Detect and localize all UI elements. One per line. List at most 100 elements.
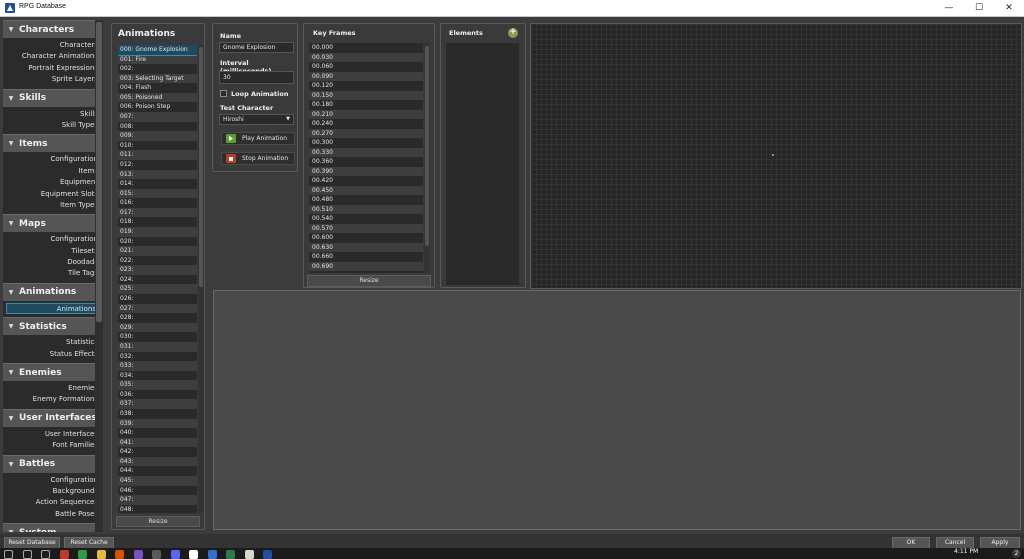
key-frames-scrollbar-thumb[interactable] [425,46,429,246]
key-frame-item[interactable]: 00.090 [309,71,423,81]
sidebar-item-user-interfaces[interactable]: User Interfaces [3,429,102,440]
app-icon[interactable] [207,550,217,559]
animation-list-item[interactable]: 019: [118,226,197,237]
animation-list-item[interactable]: 017: [118,207,197,218]
key-frame-item[interactable]: 00.600 [309,233,423,243]
animation-list-item[interactable]: 041: [118,437,197,448]
animation-list-item[interactable]: 046: [118,486,197,496]
animation-list-item[interactable]: 027: [118,303,197,314]
sidebar-section-items[interactable]: ▼ Items [3,134,102,153]
maximize-button[interactable]: ☐ [964,0,994,16]
animation-list-item[interactable]: 025: [118,284,197,295]
test-character-select[interactable]: Hiroshi ▼ [219,114,294,125]
sidebar-section-skills[interactable]: ▼ Skills [3,88,102,107]
animation-list-item[interactable]: 038: [118,409,197,419]
animations-list-scrollbar-thumb[interactable] [199,47,203,287]
animation-list-item[interactable]: 009: [118,131,197,141]
sidebar-item-items[interactable]: Items [3,166,102,177]
sidebar-item-doodads[interactable]: Doodads [3,257,102,268]
collapse-triangle-icon[interactable]: ▼ [3,415,19,422]
animation-list-item[interactable]: 030: [118,332,197,342]
steam-icon[interactable] [226,550,235,559]
sidebar-section-enemies[interactable]: ▼ Enemies [3,363,102,382]
animation-list-item[interactable]: 000: Gnome Explosion [118,45,197,56]
sidebar-section-system[interactable]: ▼System [3,523,102,532]
animation-list-item[interactable]: 012: [118,160,197,170]
sidebar-item-item-types[interactable]: Item Types [3,200,102,211]
key-frame-item[interactable]: 00.690 [309,261,423,271]
animation-list-item[interactable]: 004: Flash [118,83,197,93]
animation-list-item[interactable]: 018: [118,217,197,227]
animation-list-item[interactable]: 021: [118,246,197,256]
sidebar-item-character-animations[interactable]: Character Animations [3,51,102,62]
key-frame-item[interactable]: 00.330 [309,147,423,157]
key-frame-item[interactable]: 00.060 [309,62,423,72]
animation-list-item[interactable]: 047: [118,495,197,505]
sidebar-item-configuration[interactable]: Configuration [3,154,102,165]
collapse-triangle-icon[interactable]: ▼ [3,289,19,296]
animation-list-item[interactable]: 029: [118,322,197,333]
app-icon[interactable] [152,550,161,559]
search-icon[interactable] [22,550,32,559]
key-frame-item[interactable]: 00.510 [309,204,423,214]
animation-list-item[interactable]: 040: [118,428,197,438]
animation-list-item[interactable]: 035: [118,380,197,390]
key-frame-item[interactable]: 00.480 [309,195,423,205]
collapse-triangle-icon[interactable]: ▼ [3,220,19,227]
animation-list-item[interactable]: 011: [118,150,197,160]
sidebar-item-sprite-layers[interactable]: Sprite Layers [3,74,102,85]
sidebar-item-action-sequences[interactable]: Action Sequences [3,497,102,508]
key-frame-item[interactable]: 00.240 [309,119,423,129]
key-frame-item[interactable]: 00.150 [309,90,423,100]
animation-list-item[interactable]: 013: [118,169,197,180]
sidebar-item-configuration[interactable]: Configuration [3,234,102,245]
notepad-icon[interactable] [244,550,254,559]
animation-list-item[interactable]: 015: [118,188,197,199]
discord-icon[interactable] [170,550,180,559]
sidebar-scrollbar-thumb[interactable] [96,22,102,322]
taskbar-clock[interactable]: 4:11 PM [954,548,978,555]
animation-list-item[interactable]: 006: Poison Step [118,102,197,112]
animation-list-item[interactable]: 031: [118,341,197,352]
animation-list-item[interactable]: 044: [118,466,197,476]
minimize-button[interactable]: — [934,0,964,16]
animation-list-item[interactable]: 026: [118,294,197,304]
github-icon[interactable] [189,550,198,559]
close-button[interactable]: ✕ [994,0,1024,16]
add-element-icon[interactable]: + [508,28,518,38]
task-view-icon[interactable] [41,550,50,559]
animation-list-item[interactable]: 023: [118,265,197,275]
file-explorer-icon[interactable] [96,550,106,559]
animation-list-item[interactable]: 043: [118,456,197,467]
animation-list-item[interactable]: 034: [118,371,197,381]
sidebar-item-enemy-formations[interactable]: Enemy Formations [3,394,102,405]
animation-list-item[interactable]: 032: [118,352,197,362]
sidebar-item-font-families[interactable]: Font Families [3,440,102,451]
animation-list-item[interactable]: 003: Selecting Target [118,73,197,84]
sidebar-section-user-interfaces[interactable]: ▼ User Interfaces [3,408,102,427]
animation-list-item[interactable]: 024: [118,275,197,285]
elements-list[interactable] [446,43,519,285]
animation-list-item[interactable]: 005: Poisoned [118,92,197,103]
media-player-icon[interactable] [115,550,124,559]
animation-list-item[interactable]: 037: [118,399,197,409]
sidebar-item-configuration[interactable]: Configuration [3,475,102,486]
name-input[interactable]: Gnome Explosion [219,42,294,53]
animation-list-item[interactable]: 045: [118,476,197,486]
collapse-triangle-icon[interactable]: ▼ [3,26,19,33]
animation-list-item[interactable]: 014: [118,179,197,189]
loop-animation-checkbox[interactable] [220,90,227,97]
key-frame-item[interactable]: 00.000 [309,43,423,53]
animation-list-item[interactable]: 001: Fire [118,54,197,65]
animation-list-item[interactable]: 039: [118,418,197,429]
animation-list-item[interactable]: 042: [118,447,197,457]
sidebar-item-skill-types[interactable]: Skill Types [3,120,102,131]
animation-list-item[interactable]: 008: [118,122,197,132]
sidebar-item-animations[interactable]: Animations [6,302,99,315]
key-frame-item[interactable]: 00.120 [309,81,423,91]
chrome-icon[interactable] [78,550,87,559]
sidebar-item-characters[interactable]: Characters [3,40,102,51]
sidebar-item-backgrounds[interactable]: Backgrounds [3,486,102,497]
key-frame-item[interactable]: 00.210 [309,109,423,119]
visual-studio-icon[interactable] [133,550,143,559]
